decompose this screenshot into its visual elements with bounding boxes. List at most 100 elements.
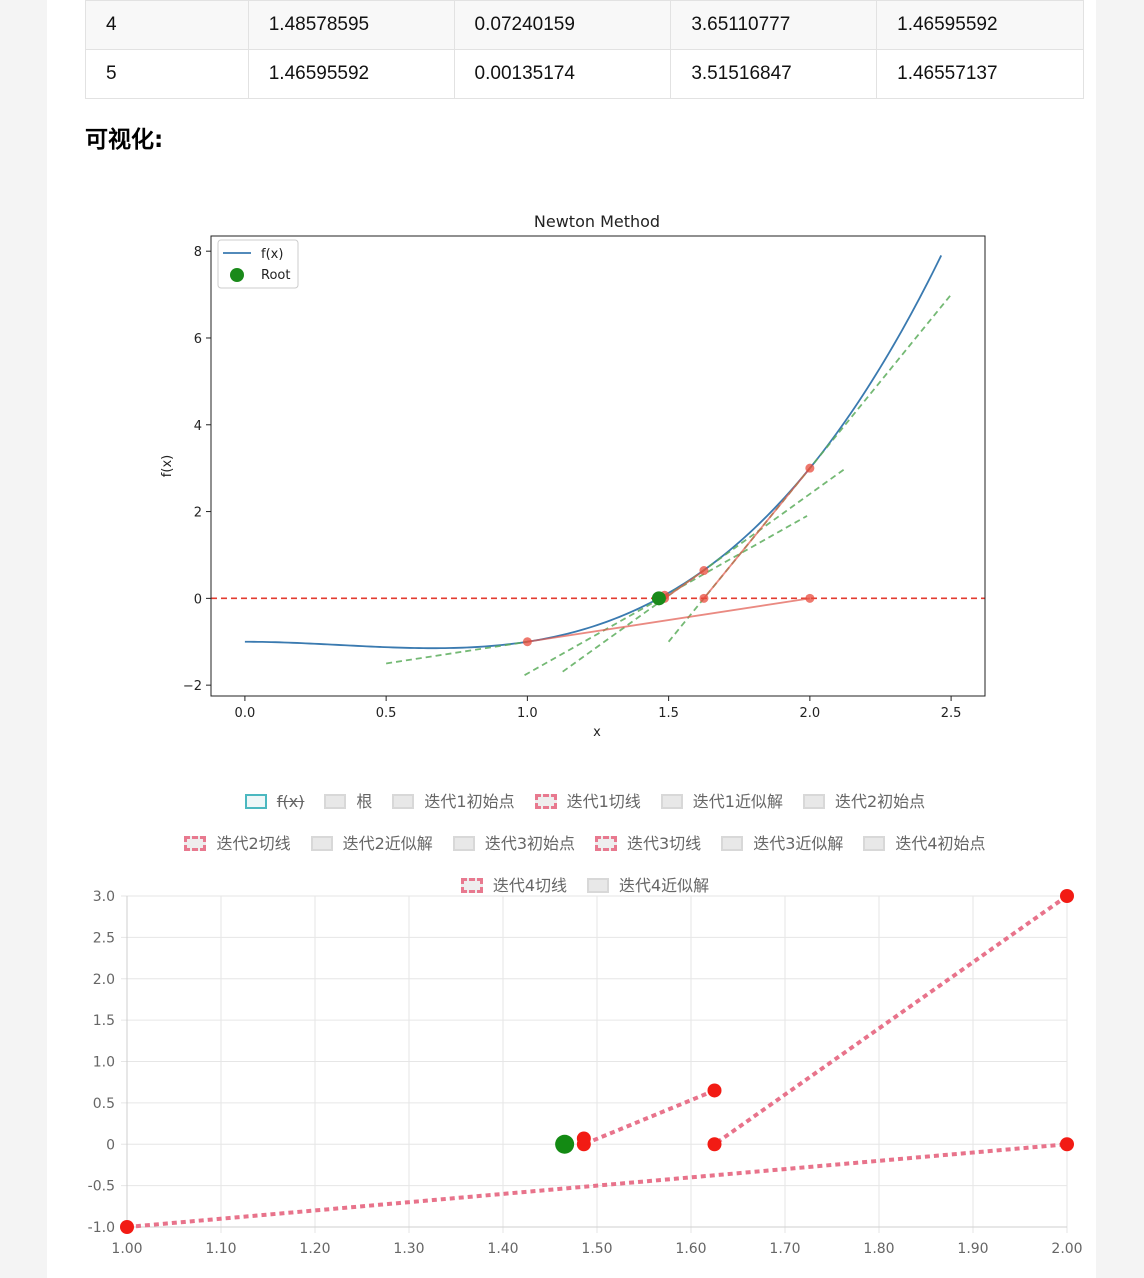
tangent-line: [583, 1088, 716, 1147]
x-tick-label: 0.0: [235, 706, 256, 721]
plot-area: 0.0 0.5 1.0 1.5 2.0 2.5 −2 0 2 4 6 8: [183, 235, 986, 721]
table-cell: 0.07240159: [453, 0, 672, 50]
iteration-point: [120, 1220, 134, 1234]
y-tick-label: -1.0: [88, 1220, 115, 1236]
legend-label: 迭代3切线: [627, 834, 702, 853]
table-cell: 4: [85, 0, 249, 50]
iteration-point: [699, 566, 709, 576]
table-cell: 1.46557137: [876, 49, 1084, 99]
legend-swatch: [324, 794, 347, 809]
y-tick-label: 6: [194, 332, 202, 347]
y-tick-label: 1.5: [93, 1013, 115, 1029]
legend-row: 迭代2切线 迭代2近似解 迭代3初始点 迭代3切线 迭代3近似解 迭代4初始点: [150, 822, 1020, 864]
root-marker: [555, 1134, 575, 1154]
y-tick-label: 0: [106, 1137, 115, 1153]
y-tick-label: 8: [194, 245, 202, 260]
legend-swatch: [660, 794, 683, 809]
table-cell: 0.00135174: [453, 49, 672, 99]
table-cell: 3.65110777: [670, 0, 878, 50]
root-marker: [651, 591, 666, 606]
newton-method-plot: Newton Method x f(x) 0.0 0.5 1.0 1.5 2.0 2.5 −…: [160, 212, 986, 740]
iteration-point: [707, 1137, 722, 1152]
legend-item[interactable]: 迭代1切线: [534, 780, 641, 822]
iteration-point: [805, 593, 815, 603]
legend-item[interactable]: f(x): [244, 780, 305, 822]
section-title: 可视化:: [85, 127, 164, 153]
y-tick-label: 2.5: [93, 930, 115, 946]
legend-swatch: [721, 836, 744, 851]
x-tick-label: 2.5: [941, 706, 962, 721]
iteration-point: [707, 1083, 722, 1098]
legend-label-root: Root: [261, 268, 290, 283]
table-cell: 1.46595592: [247, 49, 455, 99]
x-tick-label: 1.50: [581, 1241, 612, 1257]
plot-area: 1.00 1.10 1.20 1.30 1.40 1.50 1.60 1.70 1.80 1.90…: [88, 889, 1083, 1257]
results-table: 4 1.48578595 0.07240159 3.65110777 1.465…: [85, 0, 1084, 99]
legend-label: f(x): [276, 792, 305, 811]
legend-swatch: [184, 836, 207, 851]
y-tick-label: 2: [194, 506, 202, 521]
table-row: 4 1.48578595 0.07240159 3.65110777 1.465…: [85, 0, 1084, 50]
newton-step-line: [527, 597, 810, 643]
legend-label: 迭代1初始点: [424, 792, 515, 811]
x-tick-label: 1.80: [863, 1241, 894, 1257]
legend-item[interactable]: 迭代1近似解: [660, 780, 783, 822]
table-cell: 1.48578595: [247, 0, 455, 50]
iteration-point: [1060, 889, 1074, 903]
legend-item[interactable]: 迭代2初始点: [802, 780, 926, 822]
legend-item[interactable]: 迭代2近似解: [310, 822, 433, 864]
x-tick-label: 1.30: [393, 1241, 424, 1257]
legend-item[interactable]: 迭代3近似解: [721, 822, 843, 864]
legend-item[interactable]: 迭代2切线: [184, 822, 291, 864]
legend-label: 迭代3初始点: [484, 834, 575, 853]
legend-label: 迭代2初始点: [834, 792, 926, 811]
table-cell: 3.51516847: [670, 49, 878, 99]
iteration-point: [699, 593, 709, 603]
iteration-point: [522, 637, 532, 647]
legend-label: 迭代4初始点: [895, 834, 986, 853]
x-tick-label: 1.40: [487, 1241, 518, 1257]
y-tick-label: 0: [194, 592, 202, 607]
legend-item[interactable]: 迭代3初始点: [452, 822, 575, 864]
iteration-point: [1060, 1137, 1074, 1152]
x-tick-label: 1.70: [769, 1241, 800, 1257]
legend-item[interactable]: 迭代1初始点: [392, 780, 515, 822]
legend-label: 迭代2近似解: [342, 834, 433, 853]
iteration-point: [576, 1131, 591, 1146]
chart-legend: f(x) Root: [217, 239, 299, 289]
iteration-point: [805, 463, 815, 473]
legend-swatch: [392, 794, 415, 809]
chart-title: Newton Method: [534, 212, 660, 231]
legend-item[interactable]: 迭代4初始点: [863, 822, 986, 864]
x-tick-label: 1.10: [205, 1241, 236, 1257]
legend-root-marker: [230, 268, 244, 282]
newton-step-line: [703, 467, 811, 599]
y-axis-label: f(x): [160, 455, 175, 477]
legend-label: 迭代1近似解: [692, 792, 783, 811]
x-tick-label: 1.90: [957, 1241, 988, 1257]
y-tick-label: -0.5: [88, 1179, 115, 1195]
y-tick-label: 2.0: [93, 972, 115, 988]
x-tick-label: 1.00: [111, 1241, 142, 1257]
newton-step-line: [664, 569, 705, 600]
legend-swatch: [452, 836, 475, 851]
x-tick-label: 2.0: [800, 706, 821, 721]
table-cell: 5: [85, 49, 249, 99]
legend-swatch: [595, 836, 617, 851]
legend-label: 迭代1切线: [566, 792, 641, 811]
legend-swatch: [310, 836, 333, 851]
legend-label: 根: [356, 792, 373, 811]
y-tick-label: −2: [183, 679, 202, 694]
legend-item[interactable]: 根: [324, 780, 372, 822]
x-tick-label: 2.00: [1051, 1241, 1082, 1257]
iteration-scatter-chart: 1.00 1.10 1.20 1.30 1.40 1.50 1.60 1.70 1.80 1.90…: [88, 889, 1083, 1257]
legend-item[interactable]: 迭代3切线: [595, 822, 701, 864]
x-tick-label: 0.5: [376, 706, 397, 721]
fx-curve: [244, 255, 943, 650]
x-axis-label: x: [593, 725, 601, 740]
x-tick-label: 1.0: [517, 706, 538, 721]
table-cell: 1.46595592: [876, 0, 1084, 50]
legend-label: 迭代2切线: [216, 834, 291, 853]
legend-swatch: [863, 836, 886, 851]
y-tick-label: 3.0: [93, 889, 115, 905]
